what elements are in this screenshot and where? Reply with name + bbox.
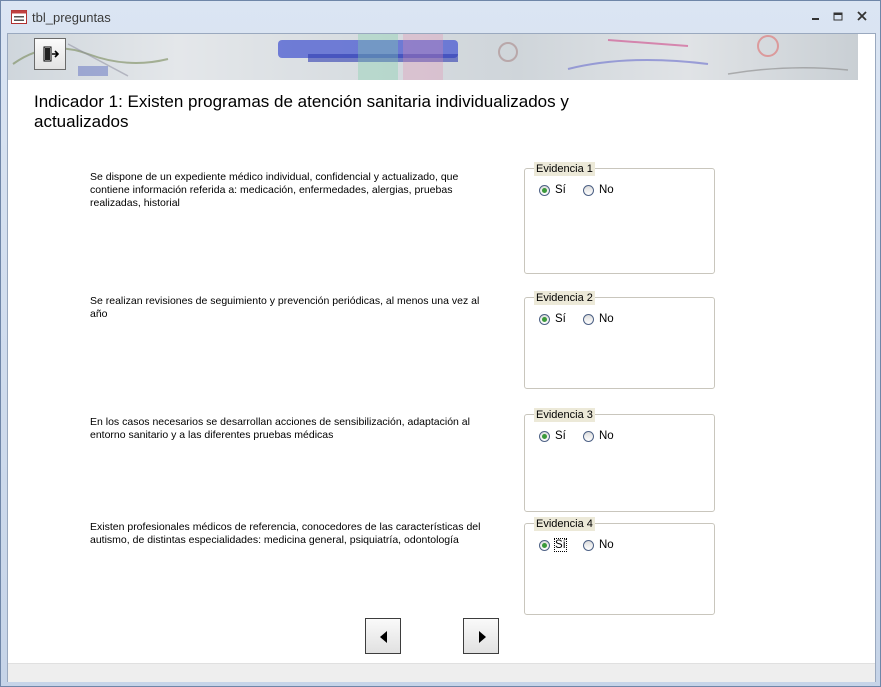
- form-icon: [11, 10, 27, 24]
- question-text-3: En los casos necesarios se desarrollan a…: [90, 416, 470, 441]
- radio-yes-label: Sí: [555, 184, 566, 196]
- evidence-legend-3: Evidencia 3: [534, 408, 595, 422]
- radio-no-label: No: [599, 184, 614, 196]
- form-body: Indicador 1: Existen programas de atenci…: [7, 33, 876, 682]
- evidence-legend-4: Evidencia 4: [534, 517, 595, 531]
- radio-no-label: No: [599, 539, 614, 551]
- indicator-heading: Indicador 1: Existen programas de atenci…: [34, 92, 569, 131]
- window-title: tbl_preguntas: [32, 10, 111, 25]
- evidence-group-4: Evidencia 4 Sí No: [524, 517, 715, 615]
- radio-no-label: No: [599, 313, 614, 325]
- evidence-legend-2: Evidencia 2: [534, 291, 595, 305]
- radio-no-label: No: [599, 430, 614, 442]
- radio-button[interactable]: [539, 185, 550, 196]
- evidence-legend-1: Evidencia 1: [534, 162, 595, 176]
- radio-button[interactable]: [583, 431, 594, 442]
- title-bar[interactable]: tbl_preguntas: [1, 1, 880, 33]
- app-window: tbl_preguntas Indicador 1: Existen progr…: [0, 0, 881, 687]
- triangle-left-icon: [380, 631, 387, 643]
- question-text-1: Se dispone de un expediente médico indiv…: [90, 171, 459, 209]
- close-icon: [857, 11, 867, 21]
- radio-button[interactable]: [583, 314, 594, 325]
- radio-button[interactable]: [583, 185, 594, 196]
- radio-yes-label: Sí: [554, 538, 567, 552]
- exit-button[interactable]: [34, 38, 66, 70]
- close-button[interactable]: [853, 9, 871, 25]
- evidence-group-2: Evidencia 2 Sí No: [524, 291, 715, 389]
- exit-door-icon: [43, 46, 60, 62]
- question-text-4: Existen profesionales médicos de referen…: [90, 521, 481, 546]
- radio-button[interactable]: [539, 431, 550, 442]
- banner-drawing: [12, 34, 849, 80]
- question-text-2: Se realizan revisiones de seguimiento y …: [90, 295, 480, 320]
- radio-button[interactable]: [583, 540, 594, 551]
- maximize-icon: [833, 12, 843, 21]
- previous-record-button[interactable]: [365, 618, 401, 654]
- evidence-group-1: Evidencia 1 Sí No: [524, 162, 715, 274]
- radio-yes-label: Sí: [555, 313, 566, 325]
- radio-yes-label: Sí: [555, 430, 566, 442]
- header-banner-image: [8, 34, 858, 80]
- radio-button[interactable]: [539, 314, 550, 325]
- evidence-group-3: Evidencia 3 Sí No: [524, 408, 715, 512]
- triangle-right-icon: [479, 631, 486, 643]
- radio-button[interactable]: [539, 540, 550, 551]
- maximize-button[interactable]: [829, 9, 847, 25]
- minimize-button[interactable]: [807, 9, 825, 25]
- minimize-icon: [812, 18, 819, 20]
- form-footer: [8, 663, 875, 682]
- next-record-button[interactable]: [463, 618, 499, 654]
